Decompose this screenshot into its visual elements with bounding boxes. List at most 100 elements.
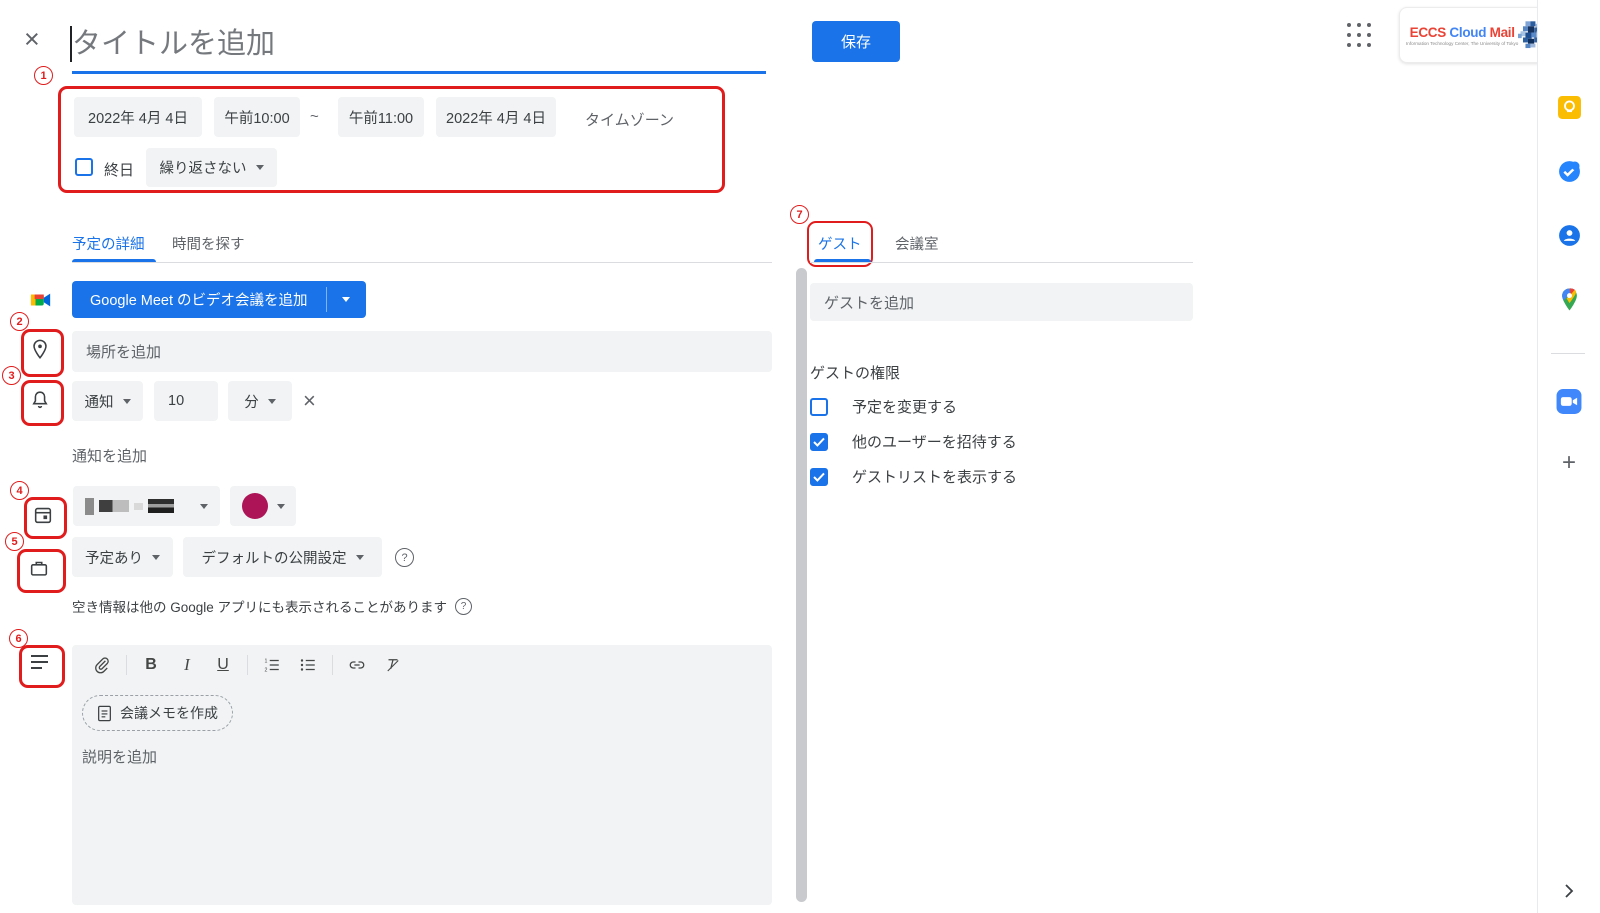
google-tasks-icon[interactable]: [1556, 158, 1582, 184]
description-placeholder: 説明を追加: [82, 746, 157, 767]
description-editor[interactable]: [72, 645, 772, 905]
google-apps-grid-icon[interactable]: [1344, 20, 1374, 50]
google-contacts-icon[interactable]: [1556, 222, 1582, 248]
get-add-ons-icon[interactable]: +: [1556, 450, 1582, 476]
visibility-dropdown[interactable]: デフォルトの公開設定: [183, 537, 382, 577]
visibility-help-icon[interactable]: ?: [395, 548, 414, 567]
permission-label: 予定を変更する: [852, 396, 957, 417]
calendar-select-dropdown[interactable]: [73, 486, 220, 526]
logo-subtitle: Information Technology Center, The Unive…: [1406, 41, 1518, 46]
google-keep-icon[interactable]: [1556, 94, 1582, 120]
scrollbar-thumb[interactable]: [796, 268, 807, 902]
title-input[interactable]: タイトルを追加: [72, 20, 766, 68]
location-pin-icon: [29, 337, 51, 368]
italic-icon[interactable]: I: [175, 653, 199, 677]
remove-notification-icon[interactable]: ×: [303, 390, 316, 412]
annotation-3: 3: [2, 366, 21, 385]
svg-text:1: 1: [265, 658, 268, 664]
save-button[interactable]: 保存: [812, 21, 900, 62]
chevron-down-icon: [152, 555, 160, 560]
attachment-icon[interactable]: [90, 653, 114, 677]
document-icon: [97, 705, 112, 722]
all-day-label: 終日: [104, 159, 134, 180]
underline-icon[interactable]: U: [211, 653, 235, 677]
recurrence-dropdown[interactable]: 繰り返さない: [146, 148, 277, 187]
guest-tabs-divider: [810, 262, 1193, 263]
zoom-app-icon[interactable]: [1556, 388, 1582, 414]
annotation-7: 7: [790, 205, 809, 224]
briefcase-icon: [28, 556, 50, 585]
tabs-divider: [72, 262, 772, 263]
google-maps-icon[interactable]: [1556, 286, 1582, 312]
annotation-2: 2: [10, 312, 29, 331]
chevron-down-icon: [268, 399, 276, 404]
event-color-swatch: [242, 493, 268, 519]
add-notification-link[interactable]: 通知を追加: [72, 445, 147, 466]
all-day-checkbox[interactable]: [75, 158, 93, 176]
location-input[interactable]: 場所を追加: [72, 331, 772, 372]
meet-options-dropdown[interactable]: [327, 281, 366, 318]
chevron-down-icon: [123, 399, 131, 404]
permission-row: ゲストリストを表示する: [810, 466, 1017, 487]
description-toolbar: B I U 12: [90, 653, 405, 677]
bell-icon: [29, 388, 51, 417]
tab-rooms[interactable]: 会議室: [895, 233, 939, 254]
availability-help-icon[interactable]: ?: [455, 598, 472, 615]
chevron-down-icon: [200, 504, 208, 509]
annotation-1: 1: [34, 66, 53, 85]
redacted-calendar-name: [85, 498, 174, 515]
invite-others-checkbox[interactable]: [810, 433, 828, 451]
permission-label: ゲストリストを表示する: [852, 466, 1017, 487]
add-guests-input[interactable]: ゲストを追加: [810, 283, 1193, 321]
bold-icon[interactable]: B: [139, 653, 163, 677]
permission-label: 他のユーザーを招待する: [852, 431, 1017, 452]
permission-row: 予定を変更する: [810, 396, 957, 417]
chevron-right-icon[interactable]: [1556, 878, 1582, 904]
side-panel-divider: [1551, 353, 1585, 354]
annotation-4: 4: [10, 481, 29, 500]
google-meet-icon: [30, 289, 52, 316]
clear-formatting-icon[interactable]: [381, 653, 405, 677]
start-time-button[interactable]: 午前10:00: [214, 97, 300, 137]
location-placeholder: 場所を追加: [86, 341, 161, 362]
svg-text:2: 2: [265, 667, 268, 673]
chevron-down-icon: [277, 504, 285, 509]
modify-event-checkbox[interactable]: [810, 398, 828, 416]
eccs-cloud-mail-logo: ECCS Cloud Mail Information Technology C…: [1399, 7, 1549, 63]
busy-status-dropdown[interactable]: 予定あり: [72, 537, 173, 577]
guests-active-underline: [814, 259, 871, 262]
end-date-button[interactable]: 2022年 4月 4日: [436, 97, 556, 137]
calendar-icon: [32, 503, 54, 532]
text-cursor: [70, 26, 72, 62]
close-icon[interactable]: ×: [24, 26, 40, 53]
annotation-6: 6: [9, 629, 28, 648]
numbered-list-icon[interactable]: 12: [260, 653, 284, 677]
start-date-button[interactable]: 2022年 4月 4日: [74, 97, 202, 137]
notification-type-dropdown[interactable]: 通知: [72, 381, 143, 421]
timezone-link[interactable]: タイムゾーン: [585, 109, 674, 130]
create-meeting-notes-button[interactable]: 会議メモを作成: [82, 695, 233, 731]
end-time-button[interactable]: 午前11:00: [338, 97, 424, 137]
description-icon: [31, 655, 48, 669]
tab-event-details[interactable]: 予定の詳細: [72, 233, 145, 254]
permission-row: 他のユーザーを招待する: [810, 431, 1017, 452]
add-meet-label: Google Meet のビデオ会議を追加: [72, 281, 326, 318]
event-edit-page: × タイトルを追加 保存 ECCS Cloud Mail Information…: [0, 0, 1600, 913]
see-guest-list-checkbox[interactable]: [810, 468, 828, 486]
add-meet-button[interactable]: Google Meet のビデオ会議を追加: [72, 281, 366, 318]
tab-find-time[interactable]: 時間を探す: [172, 233, 245, 254]
bulleted-list-icon[interactable]: [296, 653, 320, 677]
guest-permissions-title: ゲストの権限: [810, 362, 900, 383]
tab-guests[interactable]: ゲスト: [818, 233, 862, 254]
event-color-dropdown[interactable]: [230, 486, 296, 526]
annotation-5: 5: [5, 532, 24, 551]
add-guests-placeholder: ゲストを追加: [824, 292, 914, 313]
title-placeholder: タイトルを追加: [72, 20, 766, 68]
title-underline: [72, 71, 766, 74]
logo-title: ECCS Cloud Mail: [1406, 25, 1518, 40]
insert-link-icon[interactable]: [345, 653, 369, 677]
availability-note: 空き情報は他の Google アプリにも表示されることがあります ?: [72, 596, 472, 616]
notification-unit-dropdown[interactable]: 分: [228, 381, 292, 421]
chevron-down-icon: [256, 165, 264, 170]
notification-minutes-input[interactable]: 10: [154, 381, 218, 421]
